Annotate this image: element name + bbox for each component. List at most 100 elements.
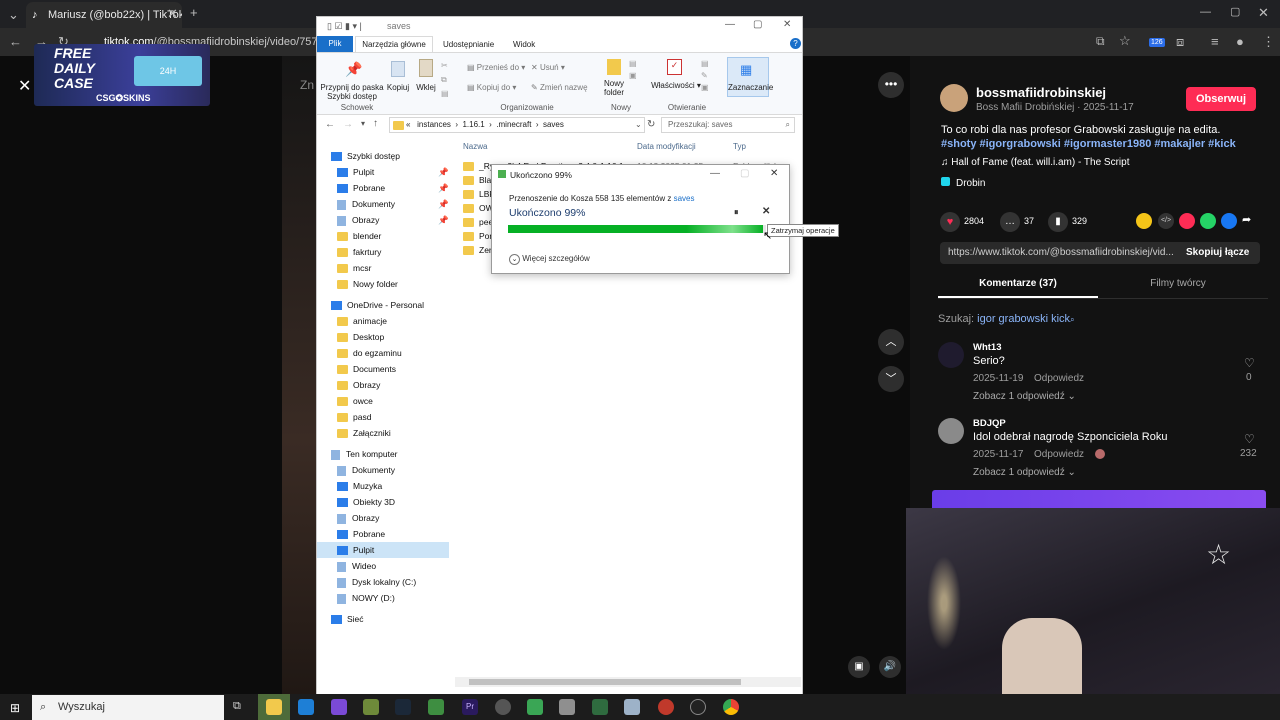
steam-icon[interactable] bbox=[395, 699, 411, 715]
sidebar-item[interactable]: fakrtury bbox=[337, 244, 449, 260]
new-tab-icon[interactable]: + bbox=[190, 5, 198, 20]
comment-username[interactable]: Wht13 bbox=[973, 342, 1002, 353]
like-icon[interactable]: ♥ bbox=[940, 212, 960, 232]
sidebar-item[interactable]: Pulpit 📌 bbox=[337, 164, 449, 180]
sidebar-item[interactable]: do egzaminu bbox=[337, 345, 449, 361]
sidebar-item[interactable]: Dokumenty bbox=[337, 462, 449, 478]
copy-link-button[interactable]: Skopiuj łącze bbox=[1186, 247, 1249, 258]
sidebar-this-pc[interactable]: Ten komputer bbox=[331, 446, 449, 462]
new-folder-button[interactable]: Nowy folder bbox=[597, 79, 631, 97]
sidebar-item[interactable]: Nowy folder bbox=[337, 276, 449, 292]
ribbon-tab-file[interactable]: Plik bbox=[317, 36, 353, 52]
sidebar-item[interactable]: Załączniki bbox=[337, 425, 449, 441]
tab-comments[interactable]: Komentarze (37) bbox=[938, 278, 1098, 289]
effect-row[interactable]: Drobin bbox=[941, 177, 985, 189]
sidebar-item[interactable]: Desktop bbox=[337, 329, 449, 345]
search-input[interactable]: Przeszukaj: saves ⌕ bbox=[661, 117, 795, 133]
scrollbar-thumb[interactable] bbox=[469, 679, 741, 685]
back-icon[interactable]: ← bbox=[9, 34, 22, 49]
whatsapp-icon[interactable] bbox=[1200, 213, 1216, 229]
column-type[interactable]: Typ bbox=[733, 142, 746, 151]
column-date[interactable]: Data modyfikacji bbox=[637, 142, 696, 151]
bookmark-icon[interactable]: ▮ bbox=[1048, 212, 1068, 232]
breadcrumb-minecraft[interactable]: .minecraft bbox=[496, 120, 531, 129]
avatar[interactable] bbox=[940, 84, 968, 112]
app-document-icon[interactable] bbox=[428, 699, 444, 715]
sidebar-quick-access[interactable]: Szybki dostęp bbox=[331, 148, 449, 164]
next-video-icon[interactable]: ﹀ bbox=[878, 366, 904, 392]
explorer-minimize-icon[interactable]: — bbox=[725, 19, 735, 30]
media-controls-icon[interactable]: ≡ bbox=[1211, 34, 1219, 49]
tab-creator-videos[interactable]: Filmy twórcy bbox=[1098, 278, 1258, 289]
close-window-icon[interactable]: ✕ bbox=[1258, 5, 1269, 21]
profile-icon[interactable]: ● bbox=[1236, 34, 1244, 49]
sidebar-onedrive[interactable]: OneDrive - Personal bbox=[331, 297, 449, 313]
sidebar-item[interactable]: Documents bbox=[337, 361, 449, 377]
volume-icon[interactable]: 🔊 bbox=[879, 656, 901, 678]
maximize-window-icon[interactable]: ▢ bbox=[1230, 5, 1240, 18]
paste-button[interactable]: Wklej bbox=[413, 83, 439, 92]
move-to-button[interactable]: ▤ Przenieś do ▾ bbox=[467, 63, 525, 72]
reply-button[interactable]: Odpowiedz bbox=[1034, 373, 1084, 384]
opera-icon[interactable] bbox=[658, 699, 674, 715]
refresh-icon[interactable]: ↻ bbox=[647, 119, 655, 130]
nav-up-icon[interactable]: ↑ bbox=[373, 118, 378, 129]
obs-icon[interactable] bbox=[495, 699, 511, 715]
nav-recent-icon[interactable]: ▾ bbox=[361, 119, 365, 128]
reply-button[interactable]: Odpowiedz bbox=[1034, 449, 1084, 460]
close-tab-icon[interactable]: ✕ bbox=[167, 6, 178, 22]
video-hashtags[interactable]: #shoty #igorgrabowski #igormaster1980 #m… bbox=[941, 138, 1236, 150]
send-icon[interactable] bbox=[1179, 213, 1195, 229]
windows-start-icon[interactable]: ⊞ bbox=[10, 701, 20, 715]
chrome-icon[interactable] bbox=[723, 699, 739, 715]
premiere-pro-icon[interactable]: Pr bbox=[462, 699, 478, 715]
ribbon-tab-home[interactable]: Narzędzia główne bbox=[355, 36, 433, 52]
view-replies-button[interactable]: Zobacz 1 odpowiedź ⌄ bbox=[973, 467, 1076, 478]
app-gray-icon[interactable] bbox=[559, 699, 575, 715]
breadcrumb-dropdown-icon[interactable]: ⌄ bbox=[635, 120, 642, 129]
view-replies-button[interactable]: Zobacz 1 odpowiedź ⌄ bbox=[973, 391, 1076, 402]
install-app-icon[interactable]: ⧉ bbox=[1096, 34, 1105, 49]
taskbar-search[interactable]: ⌕ Wyszukaj bbox=[32, 695, 224, 720]
sidebar-item[interactable]: Obrazy bbox=[337, 510, 449, 526]
horizontal-scrollbar[interactable] bbox=[455, 677, 801, 687]
pin-quick-access-button[interactable]: Przypnij do paska Szybki dostęp bbox=[319, 83, 385, 101]
pause-icon[interactable]: ⏸ bbox=[734, 207, 739, 218]
explorer-maximize-icon[interactable]: ▢ bbox=[753, 19, 762, 30]
bookmark-star-icon[interactable]: ☆ bbox=[1119, 33, 1131, 49]
explorer-close-icon[interactable]: ✕ bbox=[783, 19, 791, 30]
sidebar-item-selected[interactable]: Pulpit bbox=[317, 542, 449, 558]
comment-icon[interactable]: … bbox=[1000, 212, 1020, 232]
sidebar-item[interactable]: Obiekty 3D bbox=[337, 494, 449, 510]
sidebar-item[interactable]: blender bbox=[337, 228, 449, 244]
comment-avatar[interactable] bbox=[938, 418, 964, 444]
browser-menu-icon[interactable]: ⋮ bbox=[1262, 34, 1275, 50]
comment-avatar[interactable] bbox=[938, 342, 964, 368]
breadcrumb[interactable]: « instances › 1.16.1 › .minecraft › save… bbox=[389, 117, 645, 133]
music-row[interactable]: ♫ Hall of Fame (feat. will.i.am) - The S… bbox=[941, 157, 1129, 168]
app-purple-icon[interactable] bbox=[331, 699, 347, 715]
related-search[interactable]: Szukaj: igor grabowski kick⌕ bbox=[938, 313, 1075, 325]
app-green-icon[interactable] bbox=[363, 699, 379, 715]
sidebar-item[interactable]: Wideo bbox=[337, 558, 449, 574]
app-clock-icon[interactable] bbox=[690, 699, 706, 715]
share-coin-icon[interactable] bbox=[1136, 213, 1152, 229]
facebook-icon[interactable] bbox=[1221, 213, 1237, 229]
dialog-minimize-icon[interactable]: — bbox=[710, 168, 720, 179]
stop-icon[interactable]: ✕ bbox=[762, 206, 770, 217]
breadcrumb-instances[interactable]: instances bbox=[417, 120, 451, 129]
sidebar-item[interactable]: pasd bbox=[337, 409, 449, 425]
more-options-icon[interactable]: ••• bbox=[878, 72, 904, 98]
tab-list-icon[interactable]: ⌄ bbox=[8, 7, 19, 23]
breadcrumb-saves[interactable]: saves bbox=[543, 120, 564, 129]
copy-to-button[interactable]: ▤ Kopiuj do ▾ bbox=[467, 83, 516, 92]
sidebar-item[interactable]: animacje bbox=[337, 313, 449, 329]
nav-back-icon[interactable]: ← bbox=[325, 119, 335, 130]
sidebar-network[interactable]: Sieć bbox=[331, 611, 449, 627]
sidebar-item[interactable]: mcsr bbox=[337, 260, 449, 276]
minimize-window-icon[interactable]: — bbox=[1200, 6, 1211, 18]
comment-like-icon[interactable]: ♡ bbox=[1244, 432, 1255, 446]
close-video-icon[interactable]: ✕ bbox=[18, 76, 31, 96]
sidebar-item[interactable]: Pobrane bbox=[337, 526, 449, 542]
sidebar-item[interactable]: Dysk lokalny (C:) bbox=[337, 574, 449, 590]
